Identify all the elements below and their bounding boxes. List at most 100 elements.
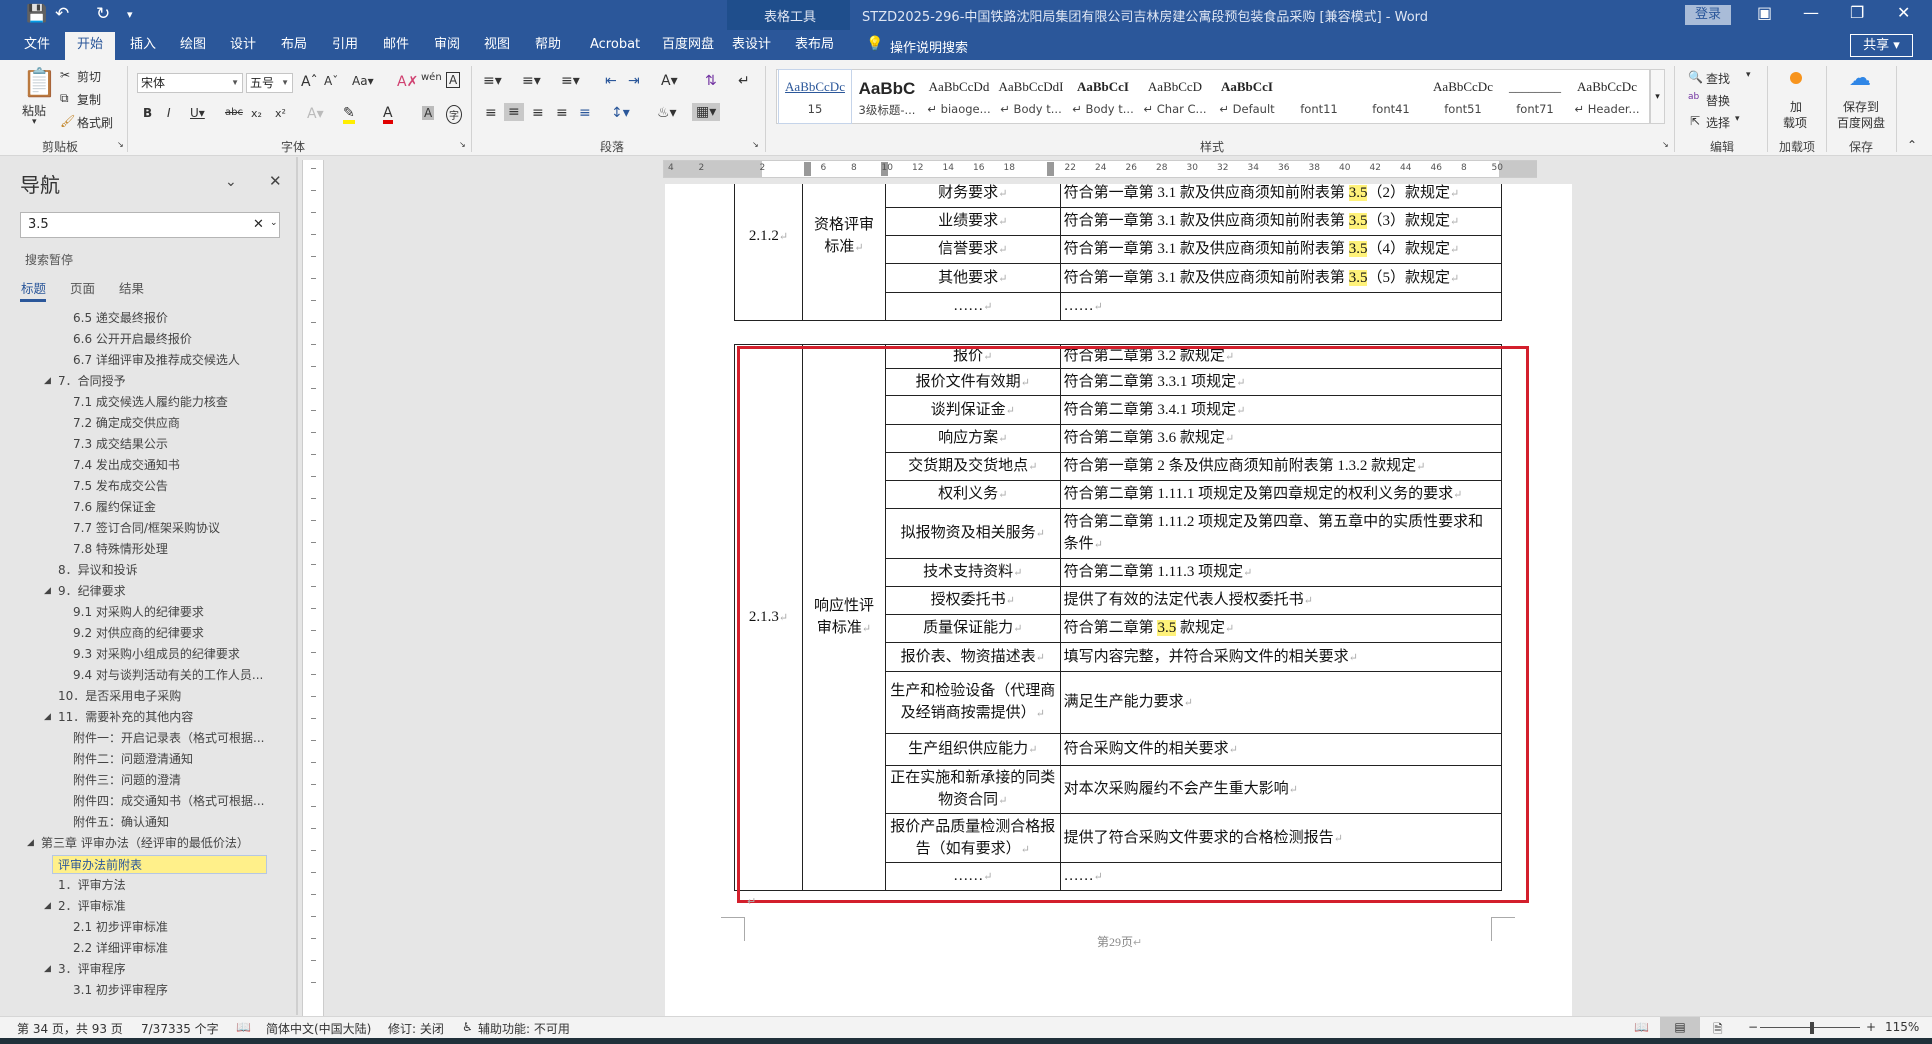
format-painter-button[interactable]: 格式刷 xyxy=(77,114,113,131)
tab-3[interactable]: 绘图 xyxy=(178,32,208,60)
addins-button-line2[interactable]: 载项 xyxy=(1783,114,1807,131)
text-effects-icon[interactable]: A▾ xyxy=(307,106,324,122)
nav-heading-item[interactable]: 附件二：问题澄清通知 xyxy=(73,750,193,769)
style-item[interactable]: ________ font71 xyxy=(1499,70,1571,123)
expand-triangle-icon[interactable]: ◢ xyxy=(27,838,34,848)
style-item[interactable]: AaBbCcDc ↵ Header... xyxy=(1571,70,1643,123)
nav-heading-item[interactable]: 7.4 发出成交通知书 xyxy=(73,456,180,475)
shrink-font-icon[interactable]: Aˇ xyxy=(324,74,338,88)
nav-heading-item[interactable]: 7.8 特殊情形处理 xyxy=(73,540,168,559)
tab-2[interactable]: 插入 xyxy=(128,32,158,60)
nav-heading-item[interactable]: 7.1 成交候选人履约能力核查 xyxy=(73,393,228,412)
bullets-icon[interactable]: ≡▾ xyxy=(483,73,502,89)
style-item[interactable]: AaBbCcDd ↵ biaoge... xyxy=(923,70,995,123)
nav-heading-item[interactable]: 7.2 确定成交供应商 xyxy=(73,414,180,433)
paste-dropdown-icon[interactable]: ▾ xyxy=(32,117,37,127)
close-icon[interactable]: ✕ xyxy=(1897,3,1910,22)
style-item[interactable]: AaBbC 3级标题-... xyxy=(851,70,923,123)
copy-button[interactable]: 复制 xyxy=(77,91,101,108)
ruler-column-marker[interactable] xyxy=(1047,162,1054,176)
customize-qat-icon[interactable]: ▾ xyxy=(127,8,133,21)
collapse-ribbon-icon[interactable]: ⌃ xyxy=(1907,138,1917,152)
track-changes-status[interactable]: 修订: 关闭 xyxy=(388,1020,444,1037)
nav-heading-item[interactable]: 9.4 对与谈判活动有关的工作人员... xyxy=(73,666,263,685)
style-item[interactable]: AaBbCcDc font51 xyxy=(1427,70,1499,123)
decrease-indent-icon[interactable]: ⇤ xyxy=(605,73,617,89)
tab-11[interactable]: Acrobat xyxy=(588,32,642,60)
nav-heading-item[interactable]: 3．评审程序 xyxy=(58,960,126,979)
tab-4[interactable]: 设计 xyxy=(228,32,258,60)
style-item[interactable]: AaBbCcI ↵ Default xyxy=(1211,70,1283,123)
nav-heading-item[interactable]: 7.6 履约保证金 xyxy=(73,498,156,517)
nav-heading-item[interactable]: 附件一：开启记录表（格式可根据... xyxy=(73,729,264,748)
share-button[interactable]: 共享 ▾ xyxy=(1850,34,1913,57)
tab-8[interactable]: 审阅 xyxy=(432,32,462,60)
nav-heading-item[interactable]: 9.3 对采购小组成员的纪律要求 xyxy=(73,645,240,664)
nav-tab-pages[interactable]: 页面 xyxy=(70,278,95,297)
cut-button[interactable]: 剪切 xyxy=(77,68,101,85)
page-count[interactable]: 第 34 页，共 93 页 xyxy=(17,1020,123,1037)
restore-icon[interactable]: ❐ xyxy=(1850,3,1864,22)
nav-heading-item[interactable]: 附件三：问题的澄清 xyxy=(73,771,181,790)
nav-tab-results[interactable]: 结果 xyxy=(119,278,144,297)
nav-heading-item[interactable]: 1．评审方法 xyxy=(58,876,126,895)
nav-heading-item[interactable]: 7.3 成交结果公示 xyxy=(73,435,168,454)
nav-heading-item[interactable]: 3.1 初步评审程序 xyxy=(73,981,168,1000)
expand-triangle-icon[interactable]: ◢ xyxy=(44,586,51,596)
style-item[interactable]: AaBbCcDc 15 xyxy=(778,69,852,124)
zoom-in-icon[interactable]: + xyxy=(1866,1020,1876,1034)
tab-9[interactable]: 视图 xyxy=(482,32,512,60)
italic-icon[interactable]: I xyxy=(167,106,171,120)
highlight-color-icon[interactable]: ✎ xyxy=(343,106,355,124)
sort-icon[interactable]: ⇅ xyxy=(705,73,717,89)
nav-heading-item[interactable]: 评审办法前附表 xyxy=(52,855,267,874)
underline-icon[interactable]: U▾ xyxy=(190,106,205,120)
style-item[interactable]: AaBbCcDdI ↵ Body t... xyxy=(995,70,1067,123)
style-item[interactable]: AaBbCcD ↵ Char C... xyxy=(1139,70,1211,123)
nav-heading-item[interactable]: 6.6 公开开启最终报价 xyxy=(73,330,192,349)
select-button[interactable]: 选择 xyxy=(1706,114,1730,131)
select-dropdown-icon[interactable]: ▾ xyxy=(1735,114,1740,124)
proofing-icon[interactable]: 📖 xyxy=(236,1020,251,1034)
tab-13[interactable]: 表设计 xyxy=(730,32,773,60)
nav-heading-item[interactable]: 9.2 对供应商的纪律要求 xyxy=(73,624,204,643)
align-right-icon[interactable]: ≡ xyxy=(532,105,544,121)
enclose-characters-icon[interactable]: 字 xyxy=(446,105,462,124)
addins-button-line1[interactable]: 加 xyxy=(1790,98,1802,115)
subscript-icon[interactable]: x₂ xyxy=(251,107,262,120)
bold-icon[interactable]: B xyxy=(143,106,152,120)
distributed-icon[interactable]: ≡ xyxy=(579,105,591,121)
nav-heading-item[interactable]: 6.7 详细评审及推荐成交候选人 xyxy=(73,351,240,370)
gallery-more-button[interactable]: ▾ xyxy=(1650,69,1665,124)
tab-0[interactable]: 文件 xyxy=(22,32,52,60)
grow-font-icon[interactable]: Aˆ xyxy=(301,74,318,90)
login-button[interactable]: 登录 xyxy=(1685,5,1731,25)
style-item[interactable]: font41 xyxy=(1355,70,1427,123)
nav-heading-item[interactable]: 10．是否采用电子采购 xyxy=(58,687,181,706)
justify-icon[interactable]: ≡ xyxy=(556,105,568,121)
nav-close-icon[interactable]: ✕ xyxy=(269,172,282,190)
font-size-combo[interactable]: 五号 ▼ xyxy=(246,73,293,93)
zoom-level[interactable]: 115% xyxy=(1885,1020,1919,1034)
nav-options-chevron-icon[interactable]: ⌄ xyxy=(225,174,237,190)
strikethrough-icon[interactable]: abc xyxy=(225,107,243,118)
character-border-icon[interactable]: A xyxy=(446,72,461,88)
numbering-icon[interactable]: ≡▾ xyxy=(522,73,541,89)
expand-triangle-icon[interactable]: ◢ xyxy=(44,964,51,974)
tab-10[interactable]: 帮助 xyxy=(533,32,563,60)
tab-14[interactable]: 表布局 xyxy=(793,32,836,60)
find-dropdown-icon[interactable]: ▾ xyxy=(1746,70,1751,80)
shading-icon[interactable]: ♨▾ xyxy=(657,105,677,121)
tab-5[interactable]: 布局 xyxy=(279,32,309,60)
style-item[interactable]: AaBbCcI ↵ Body t... xyxy=(1067,70,1139,123)
expand-triangle-icon[interactable]: ◢ xyxy=(44,901,51,911)
search-dropdown-icon[interactable]: ⌄ xyxy=(270,218,278,228)
nav-heading-item[interactable]: 7.7 签订合同/框架采购协议 xyxy=(73,519,220,538)
character-shading-icon[interactable]: A xyxy=(422,106,435,120)
undo-icon[interactable]: ↶ xyxy=(55,4,69,24)
tab-7[interactable]: 邮件 xyxy=(381,32,411,60)
print-layout-icon[interactable]: ▤ xyxy=(1660,1017,1700,1038)
tab-12[interactable]: 百度网盘 xyxy=(660,32,716,60)
expand-triangle-icon[interactable]: ◢ xyxy=(44,376,51,386)
nav-heading-item[interactable]: 6.5 递交最终报价 xyxy=(73,309,168,328)
